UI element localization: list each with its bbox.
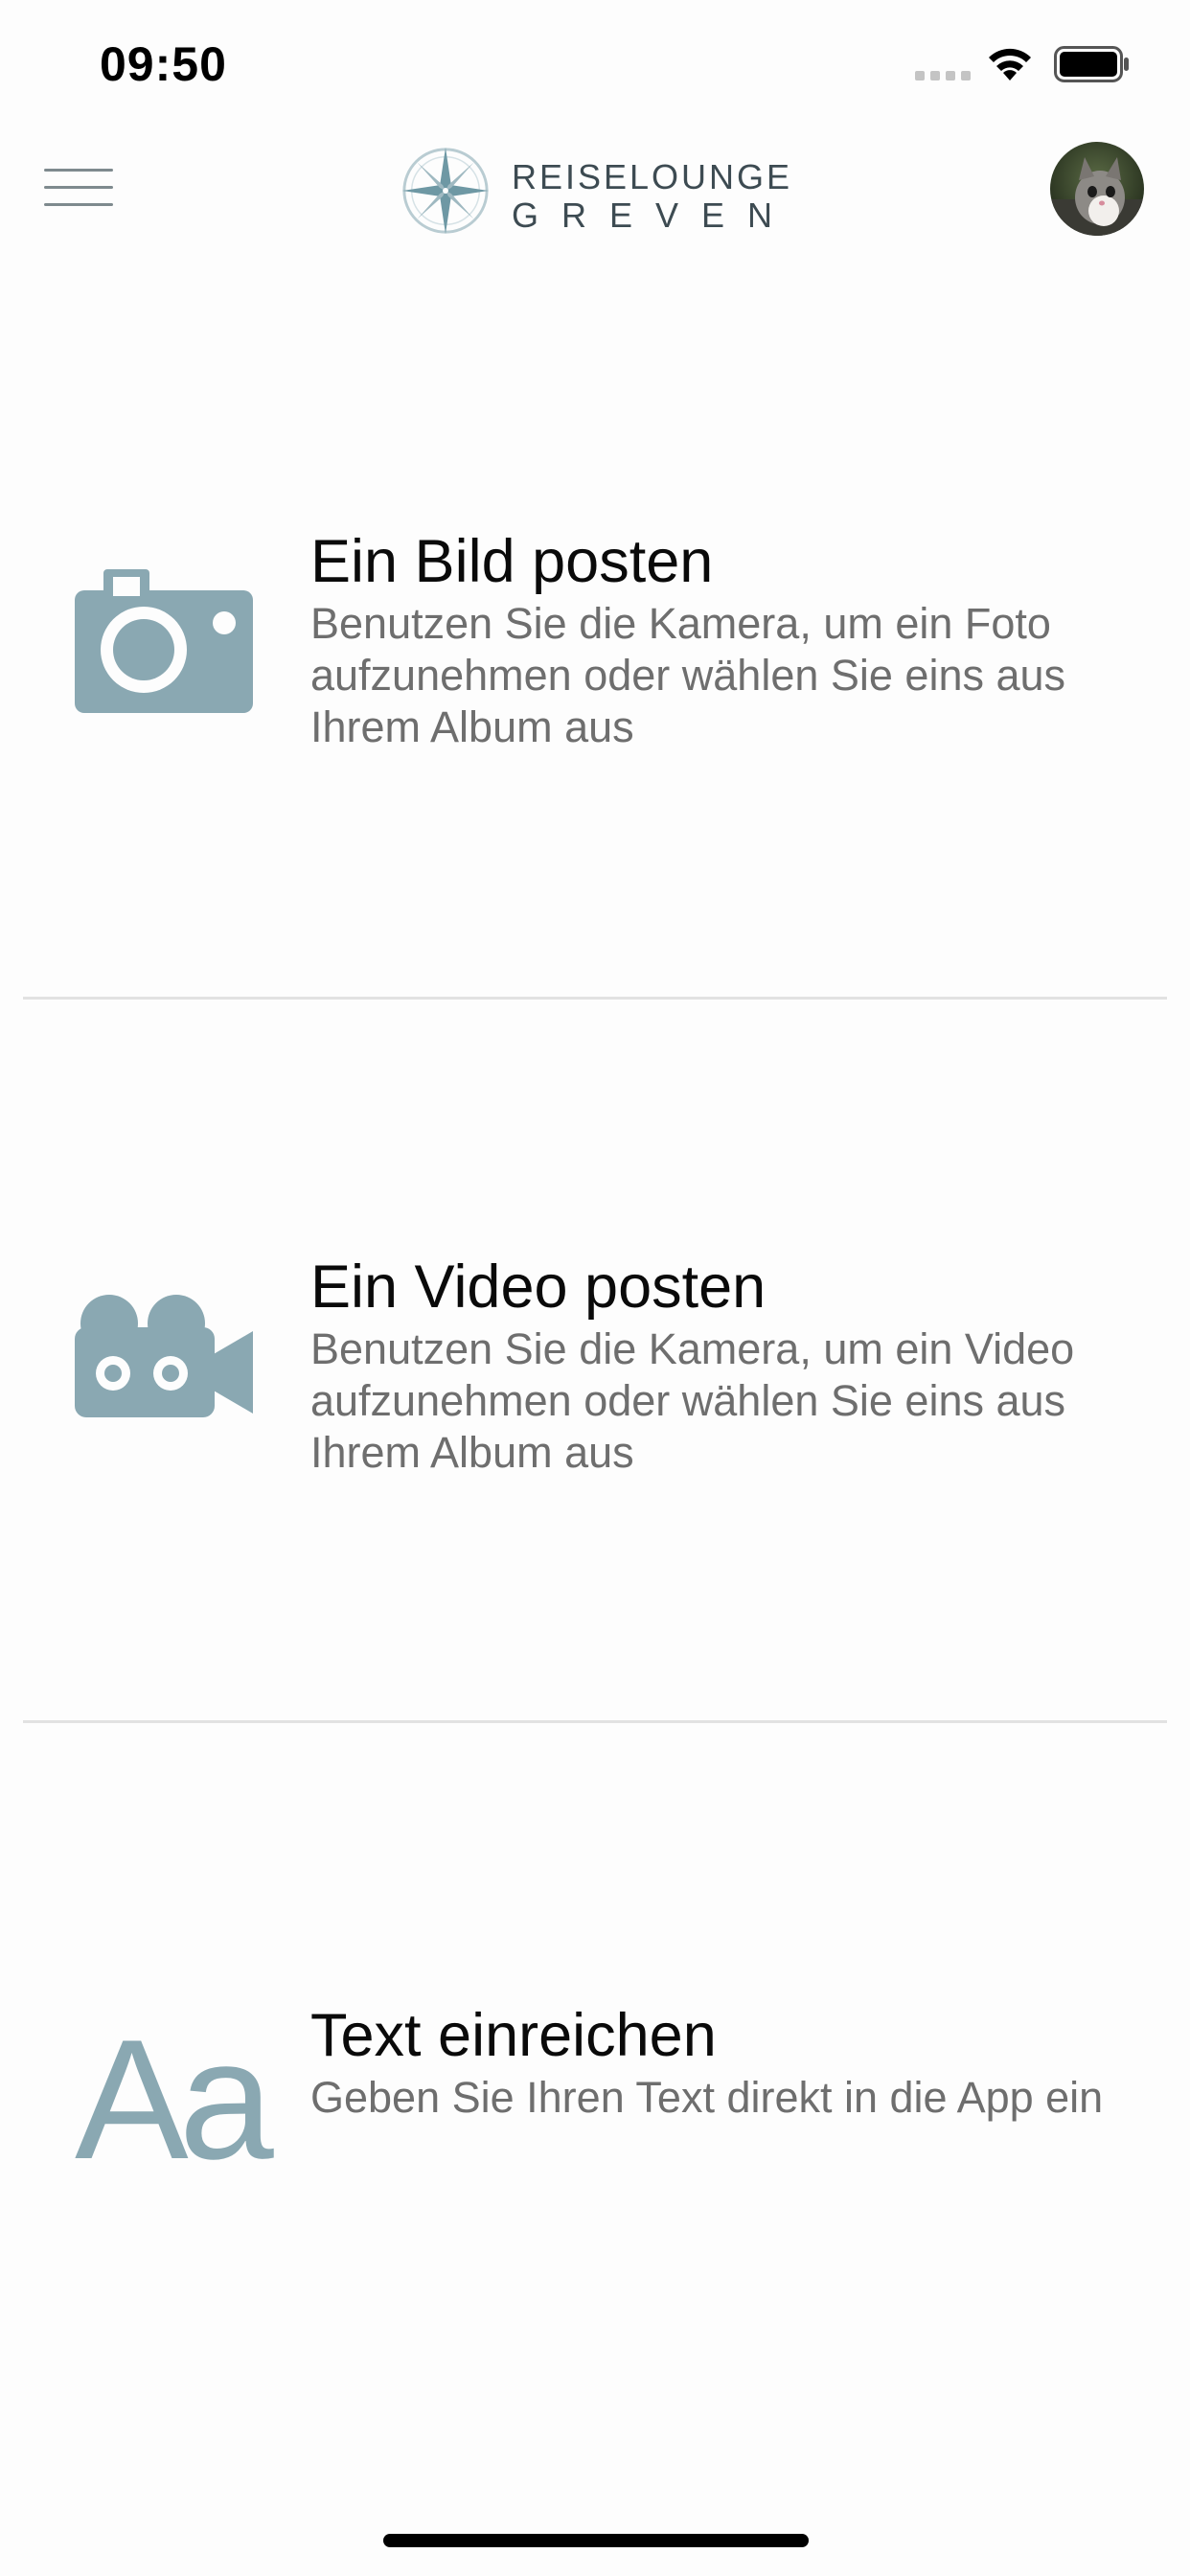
logo-text-line1: REISELOUNGE — [512, 157, 793, 196]
post-video-option[interactable]: Ein Video posten Benutzen Sie die Kamera… — [0, 1000, 1190, 1720]
submit-text-option[interactable]: Aa Text einreichen Geben Sie Ihren Text … — [0, 1723, 1190, 2317]
status-time: 09:50 — [100, 37, 227, 91]
post-picture-option[interactable]: Ein Bild posten Benutzen Sie die Kamera,… — [0, 498, 1190, 997]
option-description: Benutzen Sie die Kamera, um ein Video au… — [310, 1324, 1075, 1477]
option-description: Benutzen Sie die Kamera, um ein Foto auf… — [310, 599, 1066, 751]
user-avatar[interactable] — [1050, 142, 1144, 236]
status-bar: 09:50 — [0, 0, 1190, 130]
menu-icon-line-middle — [44, 186, 113, 189]
video-camera-icon — [75, 1295, 253, 1417]
camera-icon — [75, 569, 253, 713]
option-title: Ein Video posten — [310, 1254, 767, 1321]
text-icon: Aa — [75, 2004, 274, 2195]
cellular-signal-icon — [915, 71, 971, 80]
avatar-photo — [1050, 142, 1144, 236]
app-logo: REISELOUNGE GREVEN — [399, 144, 801, 240]
nav-bar: REISELOUNGE GREVEN — [0, 130, 1190, 249]
menu-icon-line-top — [44, 169, 113, 172]
menu-icon-line-bottom — [44, 203, 113, 206]
option-title: Ein Bild posten — [310, 528, 714, 595]
option-title: Text einreichen — [310, 2002, 717, 2069]
logo-text-line2: GREVEN — [512, 196, 796, 235]
compass-rose-icon — [401, 147, 490, 235]
option-description: Geben Sie Ihren Text direkt in die App e… — [310, 2073, 1104, 2122]
menu-button[interactable] — [44, 163, 115, 213]
home-indicator[interactable] — [383, 2534, 809, 2547]
post-type-screen: 09:50 REISELOUNGE GREVEN Ein Bild posten… — [0, 0, 1190, 2576]
wifi-icon — [989, 48, 1031, 80]
battery-icon — [1054, 46, 1129, 82]
